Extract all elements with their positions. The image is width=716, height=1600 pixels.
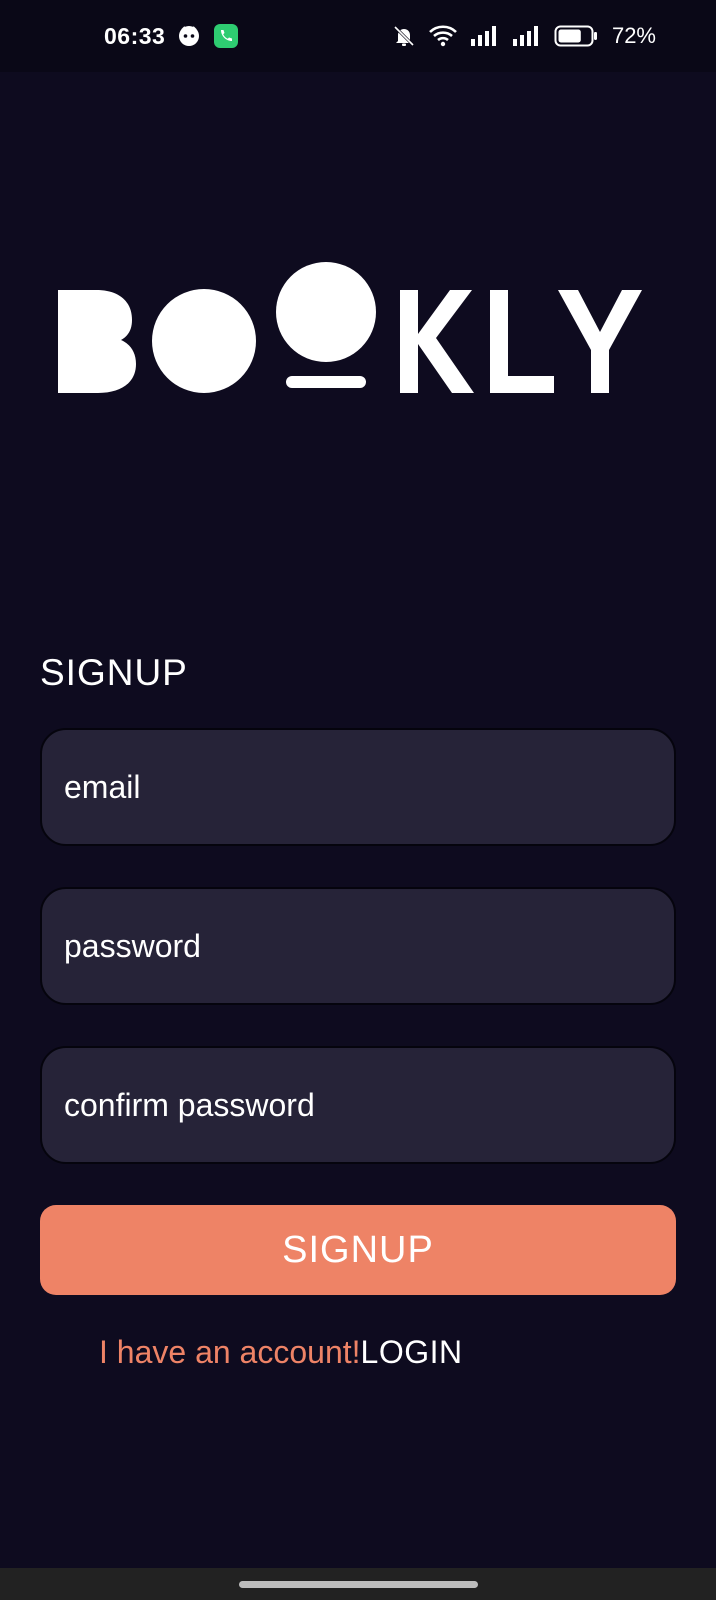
home-gesture-handle[interactable] <box>239 1581 478 1588</box>
status-time: 06:33 <box>104 22 166 49</box>
battery-percent: 72% <box>611 23 656 48</box>
assistant-face-icon <box>177 24 201 48</box>
confirm-password-field-container[interactable] <box>40 1046 676 1164</box>
status-bar: 06:33 72% <box>0 0 716 72</box>
password-input[interactable] <box>64 889 674 1003</box>
signal-icon <box>512 25 542 47</box>
confirm-password-input[interactable] <box>64 1048 674 1162</box>
wifi-icon <box>428 24 458 48</box>
email-field-container[interactable] <box>40 728 676 846</box>
signal-icon <box>470 25 500 47</box>
navigation-bar <box>0 1568 716 1600</box>
login-row: I have an account! LOGIN <box>99 1334 463 1371</box>
battery-icon <box>554 25 598 47</box>
status-left: 06:33 <box>104 23 239 50</box>
login-prompt: I have an account! <box>99 1334 361 1370</box>
signup-title: SIGNUP <box>40 652 188 693</box>
phone-call-icon <box>213 23 239 49</box>
signup-screen: 06:33 72% SIGNUP email SIGNUP I have an … <box>0 0 716 1600</box>
password-field-container[interactable] <box>40 887 676 1005</box>
status-right: 72% <box>392 23 656 49</box>
bell-muted-icon <box>392 24 416 48</box>
signup-button[interactable]: SIGNUP <box>40 1205 676 1295</box>
bookly-logo <box>58 262 658 402</box>
login-link[interactable]: LOGIN <box>361 1334 463 1371</box>
email-input[interactable] <box>64 730 674 844</box>
